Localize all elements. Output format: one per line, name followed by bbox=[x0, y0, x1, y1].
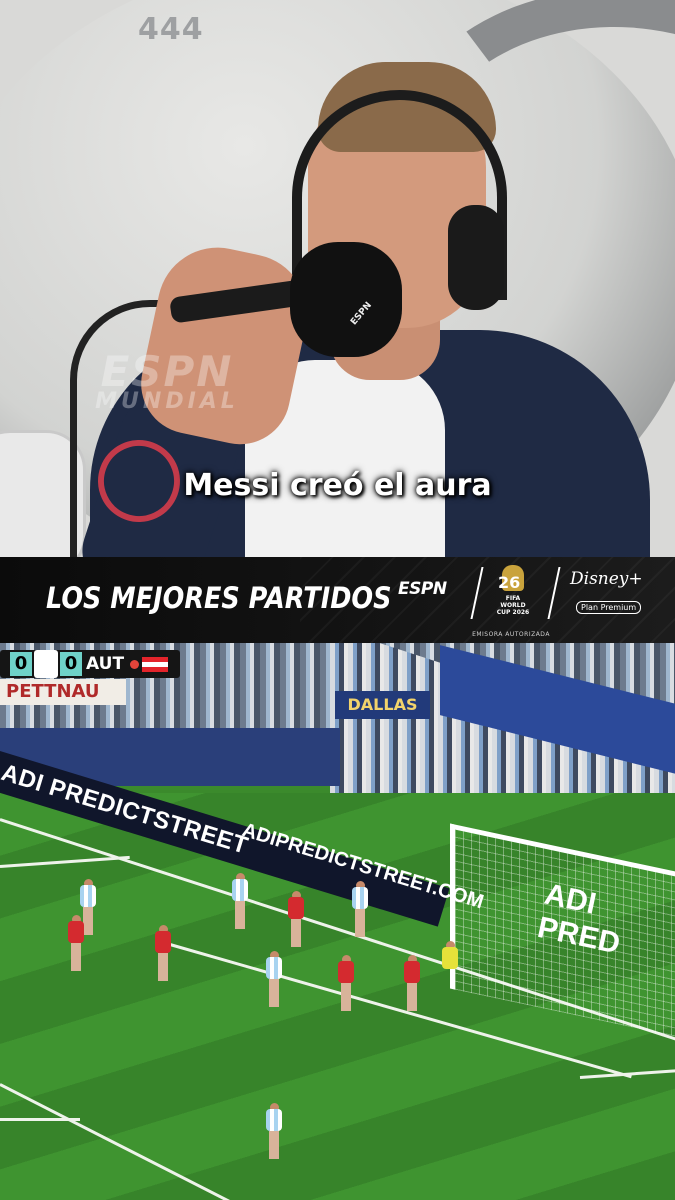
fifa-badge-text: FIFA WORLD CUP 2026 bbox=[496, 595, 530, 616]
player-austria bbox=[155, 925, 171, 981]
away-score: 0 bbox=[60, 652, 82, 676]
emisora-autorizada-label: EMISORA AUTORIZADA bbox=[472, 631, 550, 638]
fan-banner: PETTNAU bbox=[0, 679, 126, 705]
plan-premium-badge: Plan Premium bbox=[576, 601, 642, 614]
match-video-frame: PETTNAU DALLAS ADI PREDICTSTREET ADIPRED… bbox=[0, 643, 675, 1200]
player-argentina-22 bbox=[266, 951, 282, 1007]
goalkeeper bbox=[442, 941, 458, 977]
disney-plus-logo: Disney+ bbox=[570, 569, 643, 589]
fifa-world-cup-logo: 26 FIFA WORLD CUP 2026 bbox=[496, 565, 530, 617]
away-team-code: AUT bbox=[86, 654, 125, 674]
player-argentina-7 bbox=[266, 1103, 282, 1159]
scorebug: 0 0 AUT bbox=[0, 650, 180, 678]
fifa-logo-icon bbox=[34, 650, 58, 678]
austria-flag-icon bbox=[142, 657, 168, 672]
watermark-line-2: MUNDIAL bbox=[95, 388, 239, 414]
booth-number: 444 bbox=[138, 12, 204, 47]
player-argentina bbox=[232, 873, 248, 929]
red-dot-icon bbox=[130, 660, 139, 669]
fifa-year-number: 26 bbox=[498, 573, 521, 592]
program-banner: LOS MEJORES PARTIDOS ESPN 26 FIFA WORLD … bbox=[0, 557, 675, 643]
player-austria bbox=[288, 891, 304, 947]
banner-title: LOS MEJORES PARTIDOS bbox=[46, 581, 392, 615]
dallas-sign: DALLAS bbox=[335, 691, 430, 719]
commentator-video-frame: 444 ESPN ESPN MUNDIAL Messi creó el aura bbox=[0, 0, 675, 557]
player-austria bbox=[338, 955, 354, 1011]
pitch-line bbox=[0, 1118, 80, 1121]
player-austria bbox=[68, 915, 84, 971]
headset-earcup bbox=[448, 205, 504, 310]
player-argentina bbox=[352, 881, 368, 937]
espn-mundial-watermark: ESPN MUNDIAL bbox=[82, 347, 252, 414]
espn-logo: ESPN bbox=[398, 579, 447, 599]
home-score: 0 bbox=[10, 652, 32, 676]
watermark-line-1: ESPN bbox=[100, 347, 234, 396]
caption-subtitle: Messi creó el aura bbox=[183, 468, 492, 503]
player-austria bbox=[404, 955, 420, 1011]
